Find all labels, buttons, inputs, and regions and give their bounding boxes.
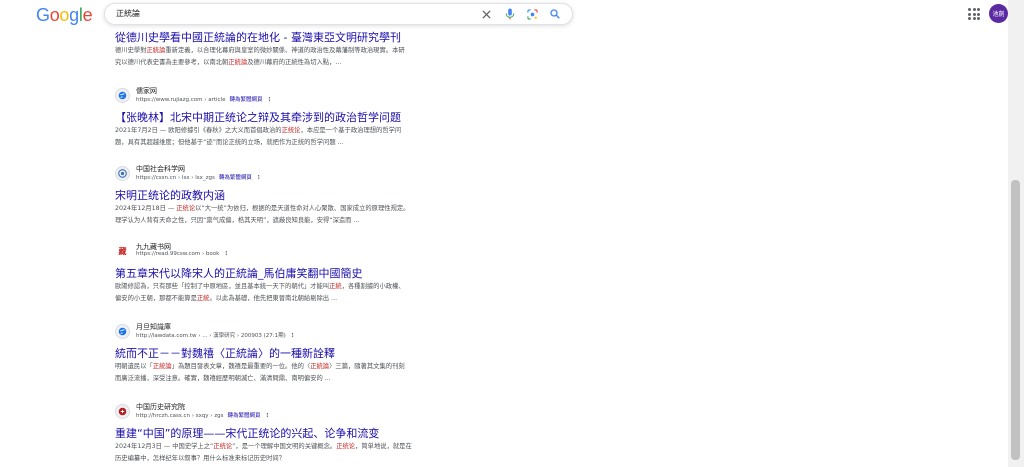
result-title[interactable]: 統而不正－－對魏禧〈正統論〉的一種新詮釋 [115, 345, 335, 361]
result-snippet: 2024年12月18日 — 正统论以“大一统”为依归，根据的是天道性命对人心聚散… [115, 205, 410, 224]
result-url: https://read.99csw.com › book ⋮ [136, 251, 229, 257]
more-options-icon[interactable]: ⋮ [290, 333, 296, 339]
result-url: https://cssn.cn › lsx › lsx_zgs 轉為繁體網頁 ⋮ [136, 175, 262, 181]
result-title[interactable]: 重建“中国”的原理——宋代正统论的兴起、论争和流变 [115, 425, 379, 441]
search-result: 月旦知識庫 http://lawdata.com.tw › ... › 漢學研究… [115, 322, 475, 382]
result-source[interactable]: 中国历史研究院 http://hrczh.cass.cn › sxqy › zg… [115, 402, 475, 420]
more-options-icon[interactable]: ⋮ [256, 175, 262, 181]
globe-icon [115, 324, 130, 339]
result-title[interactable]: 從德川史學看中國正統論的在地化 - 臺灣東亞文明研究學刊 [115, 29, 401, 45]
search-result: 儒家网 https://www.rujiazg.com › article 轉為繁… [115, 86, 475, 146]
result-snippet: 2024年12月3日 — 中国史学上之“正统论”，是一个理解中国文明的关键概念。… [115, 443, 412, 462]
result-url: http://lawdata.com.tw › ... › 漢學研究 › 200… [136, 333, 296, 339]
lens-search-icon[interactable] [525, 7, 539, 21]
translate-link[interactable]: 轉為繁體網頁 [219, 175, 252, 181]
scrollbar-thumb[interactable] [1011, 180, 1020, 460]
search-box[interactable] [104, 3, 573, 25]
result-title[interactable]: 第五章宋代以降宋人的正統論_馬伯庸笑翻中國簡史 [115, 265, 363, 281]
book-icon: 藏 [115, 244, 130, 259]
result-url: https://www.rujiazg.com › article 轉為繁體網頁 ⋮ [136, 97, 272, 103]
site-logo-icon [115, 166, 130, 181]
avatar[interactable]: 池剴 [989, 4, 1008, 23]
voice-search-icon[interactable] [503, 7, 517, 21]
search-result: 藏 九九藏书网 https://read.99csw.com › book ⋮ 第… [115, 242, 475, 302]
more-options-icon[interactable]: ⋮ [265, 413, 271, 419]
result-title[interactable]: 宋明正统论的政教内涵 [115, 187, 225, 203]
result-source[interactable]: 藏 九九藏书网 https://read.99csw.com › book ⋮ [115, 242, 475, 260]
globe-icon [115, 88, 130, 103]
header-bar: Google 池剴 [0, 0, 1008, 29]
result-source[interactable]: 儒家网 https://www.rujiazg.com › article 轉為繁… [115, 86, 475, 104]
search-icon[interactable] [548, 7, 562, 21]
result-source[interactable]: 中国社会科学网 https://cssn.cn › lsx › lsx_zgs 轉… [115, 164, 475, 182]
result-source[interactable]: 月旦知識庫 http://lawdata.com.tw › ... › 漢學研究… [115, 322, 475, 340]
result-snippet: 德川史學對正統論重新定義，以合理化幕府與皇室的微妙關係、神道的政治性及幕藩制等政… [115, 47, 405, 66]
result-snippet: 歐陽修認為，只有那些「控制了中原地區，並且基本統一天下的朝代」才能叫正統，各種割… [115, 283, 405, 302]
result-snippet: 2021年7月2日 — 欧阳修據引《春秋》之大义而首倡政治的正统论，本应是一个基… [115, 127, 402, 146]
result-url: http://hrczh.cass.cn › sxqy › zgs 轉為繁體網頁 ⋮ [136, 413, 271, 419]
google-logo[interactable]: Google [36, 5, 93, 26]
apps-grid-icon[interactable] [968, 8, 980, 20]
more-options-icon[interactable]: ⋮ [266, 97, 272, 103]
search-result: 中国历史研究院 http://hrczh.cass.cn › sxqy › zg… [115, 402, 475, 462]
translate-link[interactable]: 轉為繁體網頁 [229, 97, 262, 103]
more-options-icon[interactable]: ⋮ [223, 251, 229, 257]
search-input[interactable] [116, 6, 456, 21]
result-title[interactable]: 【张晚林】北宋中期正统论之辩及其牵涉到的政治哲学问题 [115, 109, 401, 125]
search-result: 中国社会科学网 https://cssn.cn › lsx › lsx_zgs 轉… [115, 164, 475, 224]
result-snippet: 明朝遺民以「正統論」為題目發表文章，魏禧是最重要的一位。他的〈正統論〉三篇，隨著… [115, 363, 405, 382]
translate-link[interactable]: 轉為繁體網頁 [228, 413, 261, 419]
site-logo-icon [115, 404, 130, 419]
clear-icon[interactable] [479, 7, 493, 21]
